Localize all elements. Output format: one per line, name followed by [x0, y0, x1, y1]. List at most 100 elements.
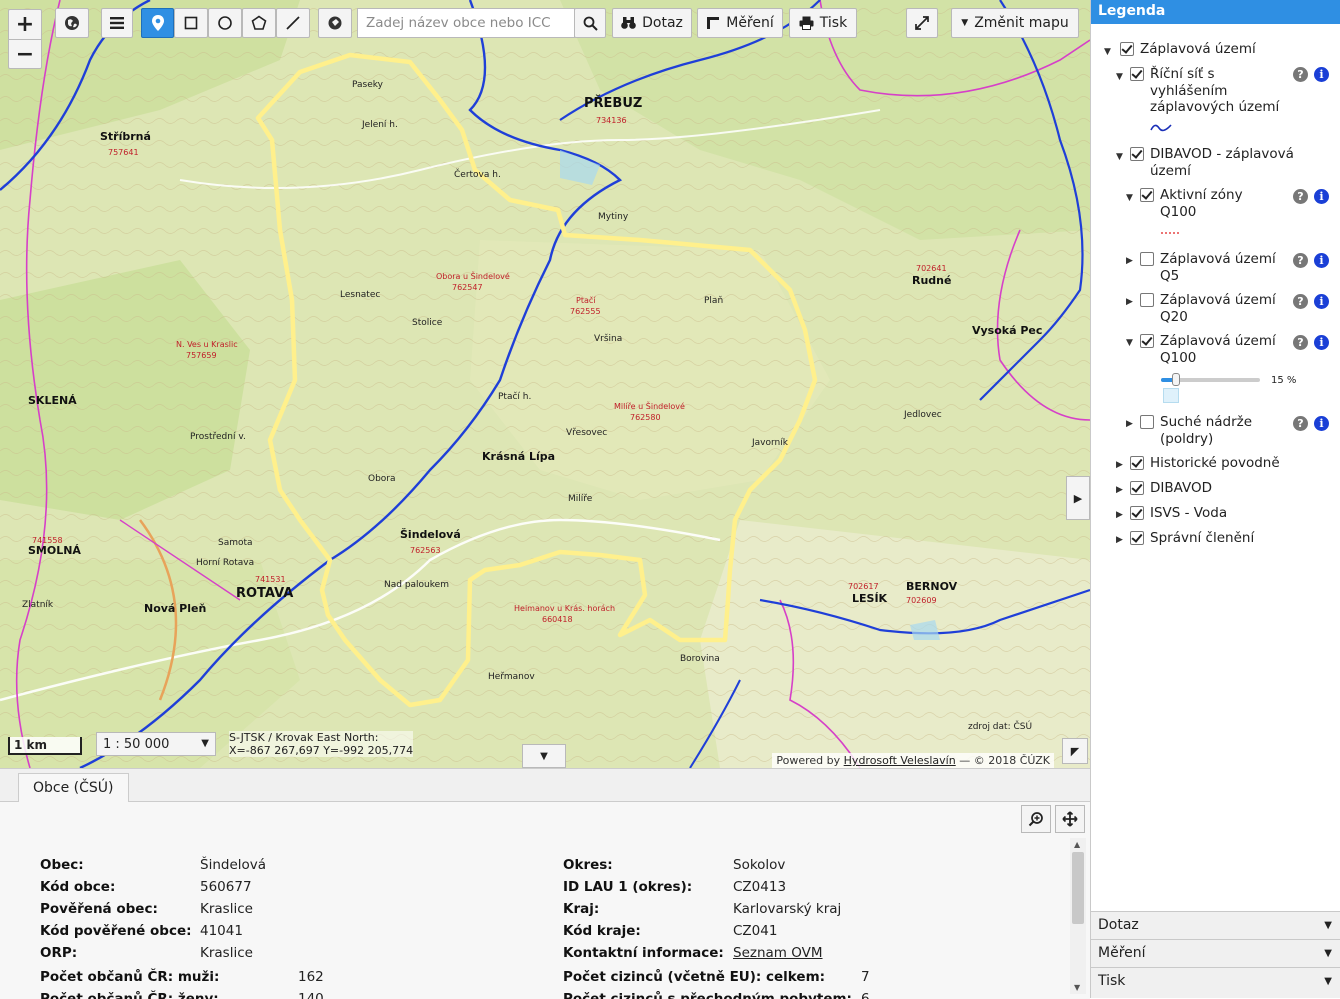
map-label-stribrna-code: 757641	[108, 148, 139, 157]
print-button[interactable]: Tisk	[789, 8, 857, 38]
printer-icon	[799, 16, 814, 30]
help-icon[interactable]: ?	[1293, 294, 1308, 309]
layer-checkbox[interactable]	[1140, 334, 1154, 348]
accordion-tisk[interactable]: Tisk ▼	[1091, 967, 1340, 998]
globe-button[interactable]	[55, 8, 89, 38]
map-label-jeleni-h: Jelení h.	[362, 120, 398, 130]
print-button-label: Tisk	[819, 15, 848, 31]
help-icon[interactable]: ?	[1293, 189, 1308, 204]
help-icon[interactable]: ?	[1293, 67, 1308, 82]
caret-down-icon: ▼	[540, 750, 548, 762]
overview-map-button[interactable]: ◤	[1062, 738, 1088, 764]
binoculars-icon	[621, 17, 636, 29]
coordinate-system: S-JTSK / Krovak East North:	[229, 731, 379, 744]
attr-key: Obec:	[40, 857, 84, 873]
map-label-borovina: Borovina	[680, 654, 720, 664]
credit-link[interactable]: Hydrosoft Veleslavín	[844, 754, 956, 767]
opacity-slider[interactable]	[1161, 373, 1260, 386]
layer-checkbox[interactable]	[1120, 42, 1134, 56]
layer-checkbox[interactable]	[1130, 147, 1144, 161]
map-terrain	[0, 0, 1090, 768]
tab-obce-csu[interactable]: Obce (ČSÚ)	[18, 773, 129, 802]
legend-title: Legenda	[1091, 0, 1340, 24]
map-label-paseky: Paseky	[352, 80, 383, 90]
info-icon[interactable]: i	[1314, 67, 1329, 82]
attr-row: Kód pověřené obce: 41041	[40, 923, 520, 945]
attr-key: Kód obce:	[40, 879, 116, 895]
draw-polygon-button[interactable]	[242, 8, 276, 38]
info-icon[interactable]: i	[1314, 335, 1329, 350]
toggle-bottom-panel-button[interactable]: ▼	[522, 744, 566, 768]
search-input[interactable]	[357, 8, 575, 38]
layer-checkbox[interactable]	[1140, 293, 1154, 307]
scrollbar-thumb[interactable]	[1072, 852, 1084, 924]
help-icon[interactable]: ?	[1293, 416, 1308, 431]
layer-checkbox[interactable]	[1140, 252, 1154, 266]
map-label-nves-cad: N. Ves u Kraslic	[176, 340, 238, 349]
attr-value: Šindelová	[200, 857, 267, 873]
map-label-smolna: SMOLNÁ	[28, 544, 81, 557]
layers-menu-button[interactable]	[101, 8, 133, 38]
zoom-out-button[interactable]: −	[9, 39, 41, 69]
fullscreen-button[interactable]	[906, 8, 938, 38]
change-map-button[interactable]: ▼ Změnit mapu	[951, 8, 1079, 38]
pan-to-feature-button[interactable]	[1055, 805, 1085, 833]
info-icon[interactable]: i	[1314, 189, 1329, 204]
draw-point-button[interactable]	[141, 8, 174, 38]
scroll-down-icon[interactable]: ▼	[1074, 983, 1080, 992]
corner-arrow-icon: ◤	[1070, 744, 1080, 758]
draw-rectangle-button[interactable]	[174, 8, 208, 38]
search-icon	[583, 16, 598, 31]
attr-key: Pověřená obec:	[40, 901, 158, 917]
query-button[interactable]: Dotaz	[612, 8, 692, 38]
map-label-nova-plen: Nová Pleň	[144, 602, 207, 615]
info-icon[interactable]: i	[1314, 294, 1329, 309]
map-label-bernov-code: 702609	[906, 596, 937, 605]
info-icon[interactable]: i	[1314, 253, 1329, 268]
help-icon[interactable]: ?	[1293, 253, 1308, 268]
attr-value: 162	[298, 969, 324, 985]
map-label-prostredni-v: Prostřední v.	[190, 432, 246, 442]
layer-checkbox[interactable]	[1130, 506, 1144, 520]
map-label-rotava: ROTAVA	[236, 586, 294, 601]
opacity-slider-handle[interactable]	[1171, 373, 1180, 386]
layer-checkbox[interactable]	[1130, 531, 1144, 545]
draw-line-button[interactable]	[276, 8, 310, 38]
search-button[interactable]	[574, 8, 606, 38]
info-icon[interactable]: i	[1314, 416, 1329, 431]
layer-checkbox[interactable]	[1130, 481, 1144, 495]
scale-select[interactable]: 1 : 50 000 ▼	[96, 732, 216, 756]
map-label-vysoka-pec: Vysoká Pec	[972, 324, 1043, 337]
map-label-zlatnik: Zlatník	[22, 600, 54, 610]
layer-checkbox[interactable]	[1140, 188, 1154, 202]
map-label-lesik: LESÍK	[852, 592, 888, 605]
measure-button[interactable]: Měření	[697, 8, 783, 38]
layer-checkbox[interactable]	[1130, 456, 1144, 470]
layer-checkbox[interactable]	[1140, 415, 1154, 429]
attr-value: 7	[861, 969, 870, 985]
zoom-in-button[interactable]: +	[9, 10, 41, 39]
hamburger-icon	[110, 17, 124, 29]
info-panel-scrollbar[interactable]: ▲ ▼	[1070, 838, 1086, 994]
map-label-bernov: BERNOV	[906, 580, 958, 593]
toggle-legend-button[interactable]: ▶	[1066, 476, 1090, 520]
accordion-dotaz[interactable]: Dotaz ▼	[1091, 911, 1340, 939]
layer-checkbox[interactable]	[1130, 67, 1144, 81]
erase-button[interactable]	[318, 8, 352, 38]
scale-value: 1 : 50 000	[103, 736, 170, 752]
feature-attributes: Obec: Šindelová Kód obce: 560677 Pověřená …	[0, 843, 1066, 999]
accordion-mereni[interactable]: Měření ▼	[1091, 939, 1340, 967]
map-label-plan: Plaň	[704, 296, 724, 306]
help-icon[interactable]: ?	[1293, 335, 1308, 350]
map-label-obora: Obora	[368, 474, 396, 484]
polygon-icon	[251, 15, 267, 30]
ovm-link[interactable]: Seznam OVM	[733, 945, 823, 961]
draw-circle-button[interactable]	[208, 8, 242, 38]
scroll-up-icon[interactable]: ▲	[1074, 840, 1080, 849]
map-view[interactable]: PŘEBUZ 734136 Stříbrná 757641 Šindelová …	[0, 0, 1090, 768]
info-panel: Obce (ČSÚ) Obec: Šindelová Kód obce: 56067…	[0, 768, 1090, 999]
zoom-to-feature-button[interactable]	[1021, 805, 1051, 833]
map-label-nves-cad-code: 757659	[186, 351, 217, 360]
map-label-obora-cad: Obora u Šindelové	[436, 272, 510, 281]
attr-key: Kontaktní informace:	[563, 945, 724, 961]
